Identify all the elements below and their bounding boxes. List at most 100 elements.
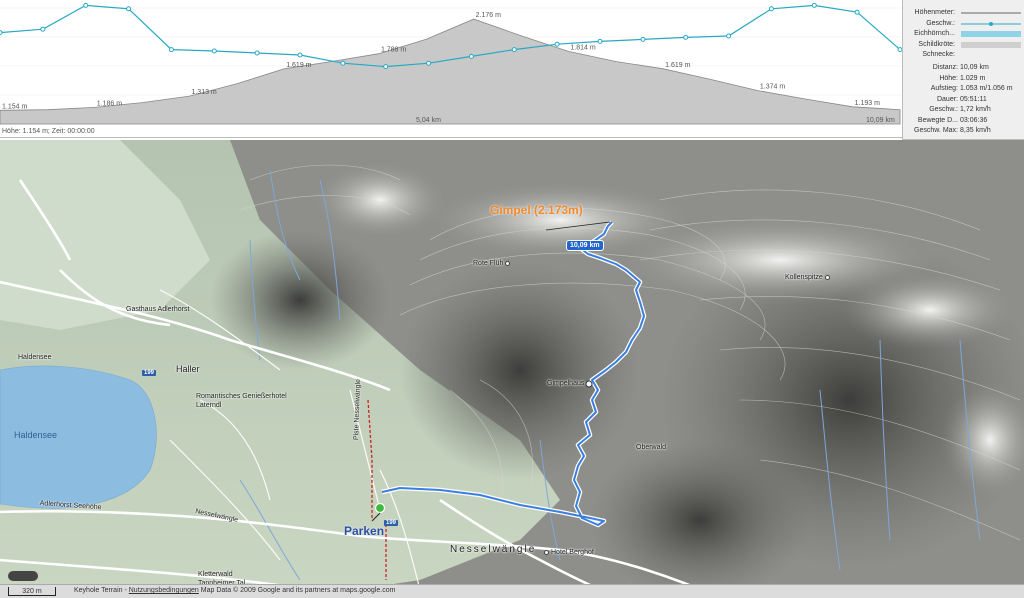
stat-value: 03:06:36 — [960, 116, 988, 124]
poi-icon — [824, 274, 830, 280]
summit-label[interactable]: Gimpel (2.173m) — [490, 203, 583, 217]
elevation-profile-chart[interactable]: 1.154 m 1.186 m 1.313 m 1.619 m 1.788 m 2.176… — [0, 0, 902, 138]
place-kollenspitze[interactable]: Kollenspitze — [785, 274, 830, 281]
elevation-label: 2.176 m — [476, 12, 501, 19]
road-number-199: 199 — [142, 370, 157, 376]
speed-point[interactable] — [811, 2, 817, 8]
stat-value: 1,72 km/h — [960, 106, 991, 113]
speed-point[interactable] — [168, 47, 174, 53]
map-scroll-handle[interactable] — [8, 571, 38, 581]
legend-swatch — [961, 31, 1021, 37]
terrain-map[interactable]: Gimpel (2.173m) 10,09 km Rote Flüh Kolle… — [0, 140, 1024, 598]
speed-point[interactable] — [554, 41, 560, 47]
speed-point[interactable] — [211, 48, 217, 54]
shaded-slope — [590, 440, 810, 598]
shaded-slope — [210, 230, 390, 370]
stats-panel: Höhenmeter: Geschw.: Eichhörnch... Schildkr… — [902, 0, 1024, 140]
speed-point[interactable] — [854, 9, 860, 15]
elevation-label: 1.374 m — [760, 84, 785, 91]
legend-label: Geschw.: — [926, 19, 955, 27]
scale-bar: 320 m — [8, 587, 56, 596]
speed-point[interactable] — [254, 50, 260, 56]
stat-row: Geschw.: 1,72 km/h — [903, 106, 1024, 116]
terms-link[interactable]: Nutzungsbedingungen — [129, 587, 199, 594]
speed-point[interactable] — [511, 47, 517, 53]
speed-point[interactable] — [640, 36, 646, 42]
speed-point[interactable] — [683, 34, 689, 40]
legend-swatch — [961, 41, 1021, 48]
elevation-label: 1.619 m — [286, 62, 311, 69]
legend-row: Schildkröte: — [903, 40, 1024, 50]
legend-label: Eichhörnch... — [914, 30, 955, 37]
speed-point[interactable] — [340, 60, 346, 66]
stat-row: Aufstieg: 1.053 m/1.056 m — [903, 85, 1024, 95]
stat-label: Aufstieg: — [930, 85, 958, 92]
elevation-label: 1.154 m — [2, 103, 27, 110]
speed-point[interactable] — [297, 52, 303, 58]
stat-row: Geschw. Max: 8,35 km/h — [903, 127, 1024, 137]
stat-value: 1.029 m — [960, 74, 986, 82]
lake-label: Haldensee — [14, 430, 58, 440]
stat-value: 1.053 m/1.056 m — [960, 85, 1013, 92]
place-gimpelhaus[interactable]: Gimpelhaus — [547, 380, 584, 387]
gimpelhaus-marker[interactable] — [585, 380, 593, 388]
legend-row: Eichhörnch... — [903, 29, 1024, 39]
attribution: Keyhole Terrain - Nutzungsbedingungen Ma… — [74, 587, 396, 594]
legend-row: Schnecke: — [903, 50, 1024, 60]
elevation-label: 1.619 m — [665, 62, 690, 69]
place-oberwald[interactable]: Oberwald — [636, 444, 666, 451]
distance-badge[interactable]: 10,09 km — [566, 240, 604, 251]
place-nesselwangle[interactable]: Nesselwängle — [450, 544, 536, 555]
stat-row: Distanz: 10,09 km — [903, 64, 1024, 74]
place-rote-fluh[interactable]: Rote Flüh — [473, 260, 511, 267]
elevation-area — [0, 18, 901, 125]
place-haller[interactable]: Haller — [176, 364, 200, 374]
stat-row: Dauer: 05:51:11 — [903, 96, 1024, 106]
speed-point[interactable] — [0, 30, 3, 36]
speed-point[interactable] — [426, 60, 432, 66]
stat-label: Höhe: — [939, 74, 958, 82]
distance-midpoint-label: 5,04 km — [416, 117, 441, 124]
speed-point[interactable] — [126, 6, 132, 12]
stat-value: 8,35 km/h — [960, 127, 991, 134]
place-hotel[interactable]: Romantisches Genießerhotel Laterndl — [196, 392, 288, 410]
speed-point[interactable] — [383, 64, 389, 70]
elevation-profile[interactable]: 1.154 m 1.186 m 1.313 m 1.619 m 1.788 m 2.176… — [0, 0, 902, 138]
profile-status-text: Höhe: 1.154 m; Zeit: 00:00:00 — [2, 128, 95, 135]
stat-label: Geschw. Max: — [914, 127, 958, 134]
legend-swatch — [959, 50, 1023, 60]
elevation-label: 1.814 m — [570, 44, 595, 51]
speed-point[interactable] — [768, 6, 774, 12]
stat-label: Dauer: — [936, 95, 958, 103]
stat-label: Geschw.: — [929, 106, 958, 113]
elevation-label: 10,09 km — [866, 117, 895, 124]
place-hotel-berghof[interactable]: Hotel Berghof — [544, 549, 594, 556]
stat-row: Höhe: 1.029 m — [903, 75, 1024, 85]
elevation-label: 1.186 m — [97, 100, 122, 107]
parking-label[interactable]: Parken — [344, 524, 384, 538]
elevation-label: 1.313 m — [191, 89, 216, 96]
speed-point[interactable] — [597, 38, 603, 44]
legend-swatch — [961, 12, 1021, 14]
stat-label: Bewegte D... — [917, 116, 958, 124]
stat-value: 05:51:11 — [960, 95, 987, 103]
elevation-label: 1.193 m — [855, 100, 880, 107]
speed-point[interactable] — [83, 2, 89, 8]
map-footer: 320 m Keyhole Terrain - Nutzungsbedingun… — [0, 584, 1024, 598]
stat-value: 10,09 km — [960, 64, 989, 71]
place-haldensee[interactable]: Haldensee — [18, 354, 51, 361]
stat-row: Bewegte D... 03:06:36 — [903, 117, 1024, 127]
stat-label: Distanz: — [932, 64, 958, 71]
legend-label: Schildkröte: — [918, 40, 955, 48]
poi-icon — [505, 260, 511, 266]
place-gasthaus[interactable]: Gasthaus Adlerhorst — [126, 306, 189, 313]
poi-icon — [544, 549, 549, 555]
speed-point[interactable] — [40, 26, 46, 32]
legend-label: Höhenmeter: — [914, 9, 955, 16]
elevation-label: 1.788 m — [381, 47, 406, 54]
speed-point[interactable] — [468, 53, 474, 59]
speed-point[interactable] — [726, 33, 732, 39]
legend-row: Höhenmeter: — [903, 8, 1024, 18]
ridge-highlight — [840, 270, 1020, 350]
road-number-199: 199 — [384, 520, 399, 526]
